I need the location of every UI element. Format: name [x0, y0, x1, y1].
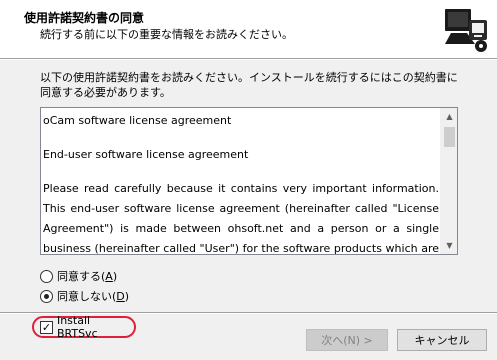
agree-radio[interactable] [40, 269, 53, 283]
license-text-box[interactable]: oCam software license agreement End-user… [40, 107, 458, 255]
cancel-button[interactable]: キャンセル [397, 329, 487, 351]
disagree-label[interactable]: 同意しない(D) [57, 288, 129, 304]
next-button[interactable]: 次へ(N) > [306, 329, 388, 351]
disagree-radio[interactable] [40, 289, 53, 303]
license-content: oCam software license agreement End-user… [43, 111, 439, 255]
install-brtsvc-label[interactable]: Install BRTSvc [57, 314, 134, 340]
scroll-down-arrow-icon[interactable]: ▼ [441, 237, 457, 254]
agree-option[interactable]: 同意する(A) [40, 268, 117, 284]
license-paragraph: Please read carefully because it contain… [43, 182, 439, 255]
install-brtsvc-option[interactable]: ✓ Install BRTSvc [32, 314, 136, 340]
install-brtsvc-checkbox[interactable]: ✓ [40, 320, 53, 334]
license-scrollbar[interactable]: ▲ ▼ [440, 108, 457, 254]
intro-text: 以下の使用許諾契約書をお読みください。インストールを続行するにはこの契約書に同意… [40, 71, 458, 99]
wizard-header: 使用許諾契約書の同意 続行する前に以下の重要な情報をお読みください。 [0, 0, 497, 58]
license-line-1: oCam software license agreement [43, 114, 232, 127]
checkmark-icon: ✓ [41, 320, 52, 334]
scroll-up-arrow-icon[interactable]: ▲ [441, 108, 457, 125]
license-line-2: End-user software license agreement [43, 148, 249, 161]
agree-label[interactable]: 同意する(A) [57, 268, 117, 284]
installer-computer-icon [442, 3, 492, 53]
scroll-thumb[interactable] [444, 127, 455, 147]
disagree-option[interactable]: 同意しない(D) [40, 288, 129, 304]
page-title: 使用許諾契約書の同意 [24, 11, 145, 25]
header-divider [0, 58, 497, 60]
page-subtitle: 続行する前に以下の重要な情報をお読みください。 [40, 28, 293, 41]
